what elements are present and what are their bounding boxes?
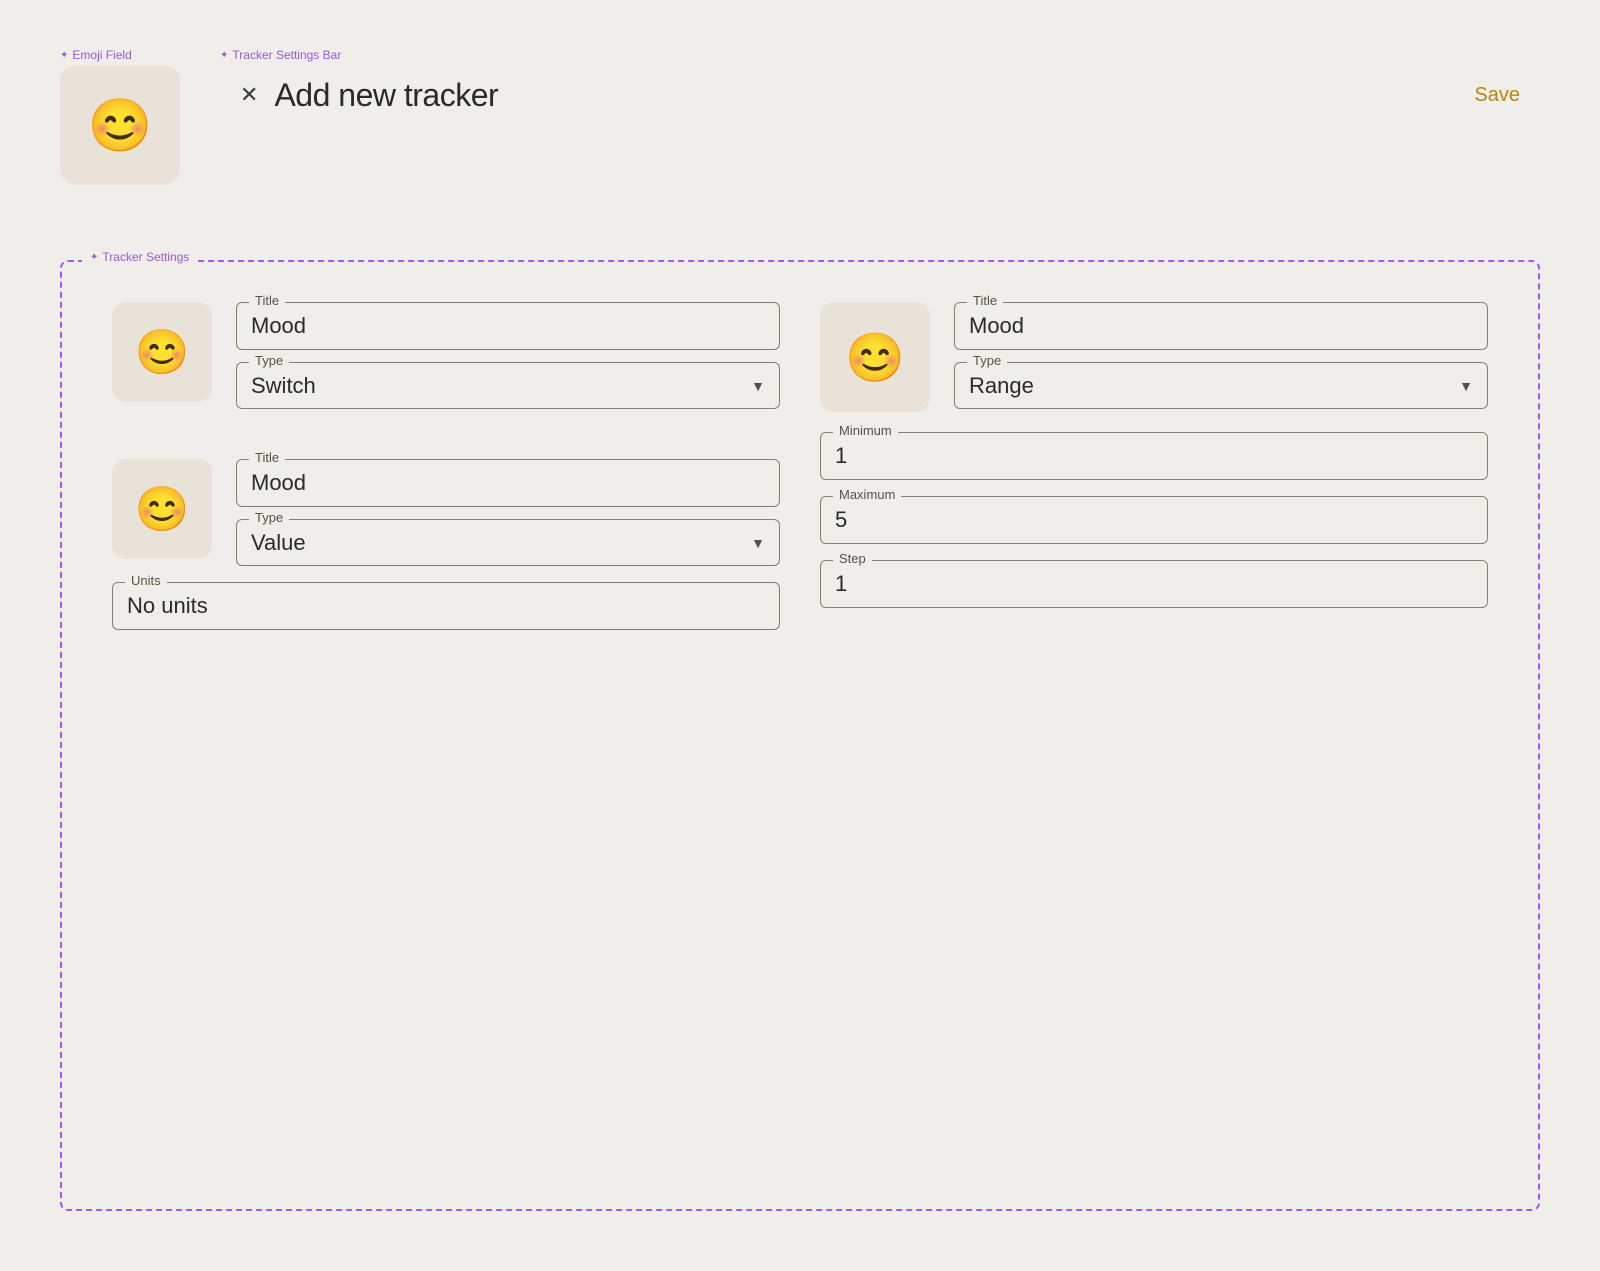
range-extra-fields: Minimum Maximum Step — [820, 432, 1488, 608]
type-select-wrapper-value: Switch Value Range — [251, 530, 765, 555]
tracker-settings-container: Tracker Settings 😊 Title Type — [60, 260, 1540, 1211]
title-input-range[interactable] — [969, 313, 1473, 339]
title-input-switch[interactable] — [251, 313, 765, 339]
close-button[interactable]: ✕ — [240, 84, 258, 106]
tracker-emoji-switch[interactable]: 😊 — [112, 302, 212, 402]
maximum-input[interactable] — [835, 507, 1473, 533]
type-select-value[interactable]: Switch Value Range — [251, 530, 765, 555]
tracker-settings-bar-label: Tracker Settings Bar — [220, 48, 341, 62]
units-legend: Units — [125, 573, 167, 588]
title-legend-range: Title — [967, 293, 1003, 308]
type-field-range: Type Switch Value Range — [954, 362, 1488, 409]
title-legend-switch: Title — [249, 293, 285, 308]
title-input-value[interactable] — [251, 470, 765, 496]
right-column: 😊 Title Type Switch Value Range — [820, 302, 1488, 1169]
tracker-emoji-icon-value: 😊 — [135, 483, 190, 535]
tracker-emoji-icon-switch: 😊 — [135, 326, 190, 378]
tracker-fields-switch: Title Type Switch Value Range — [236, 302, 780, 409]
minimum-input[interactable] — [835, 443, 1473, 469]
type-select-range[interactable]: Switch Value Range — [969, 373, 1473, 398]
tracker-settings-label: Tracker Settings — [82, 250, 197, 264]
type-legend-switch: Type — [249, 353, 289, 368]
settings-grid: 😊 Title Type Switch Value Range — [112, 302, 1488, 1169]
tracker-item-value-wrapper: 😊 Title Type Switch Value — [112, 459, 780, 630]
header-left: ✕ Add new tracker — [240, 77, 498, 114]
type-select-wrapper-switch: Switch Value Range — [251, 373, 765, 398]
emoji-field-icon: 😊 — [88, 95, 153, 156]
tracker-emoji-range[interactable]: 😊 — [820, 302, 930, 412]
tracker-fields-value: Title Type Switch Value Range — [236, 459, 780, 566]
type-field-switch: Type Switch Value Range — [236, 362, 780, 409]
title-field-range: Title — [954, 302, 1488, 350]
emoji-field-label: Emoji Field — [60, 48, 132, 62]
save-button[interactable]: Save — [1474, 84, 1520, 107]
type-legend-range: Type — [967, 353, 1007, 368]
left-column: 😊 Title Type Switch Value Range — [112, 302, 780, 1169]
type-select-switch[interactable]: Switch Value Range — [251, 373, 765, 398]
tracker-item-switch: 😊 Title Type Switch Value Range — [112, 302, 780, 409]
tracker-item-range: 😊 Title Type Switch Value Range — [820, 302, 1488, 412]
units-field: Units — [112, 582, 780, 630]
title-legend-value: Title — [249, 450, 285, 465]
step-legend: Step — [833, 551, 872, 566]
maximum-field: Maximum — [820, 496, 1488, 544]
type-field-value: Type Switch Value Range — [236, 519, 780, 566]
minimum-legend: Minimum — [833, 423, 898, 438]
header-bar: ✕ Add new tracker Save — [220, 65, 1540, 125]
type-select-wrapper-range: Switch Value Range — [969, 373, 1473, 398]
title-field-value: Title — [236, 459, 780, 507]
right-fields-range: Title Type Switch Value Range — [954, 302, 1488, 409]
maximum-legend: Maximum — [833, 487, 901, 502]
step-field: Step — [820, 560, 1488, 608]
title-field-switch: Title — [236, 302, 780, 350]
type-legend-value: Type — [249, 510, 289, 525]
page-title: Add new tracker — [274, 77, 498, 114]
emoji-field-box[interactable]: 😊 — [60, 65, 180, 185]
tracker-emoji-icon-range: 😊 — [845, 329, 905, 386]
tracker-item-value: 😊 Title Type Switch Value — [112, 459, 780, 566]
minimum-field: Minimum — [820, 432, 1488, 480]
step-input[interactable] — [835, 571, 1473, 597]
units-input[interactable] — [127, 593, 765, 619]
tracker-emoji-value[interactable]: 😊 — [112, 459, 212, 559]
